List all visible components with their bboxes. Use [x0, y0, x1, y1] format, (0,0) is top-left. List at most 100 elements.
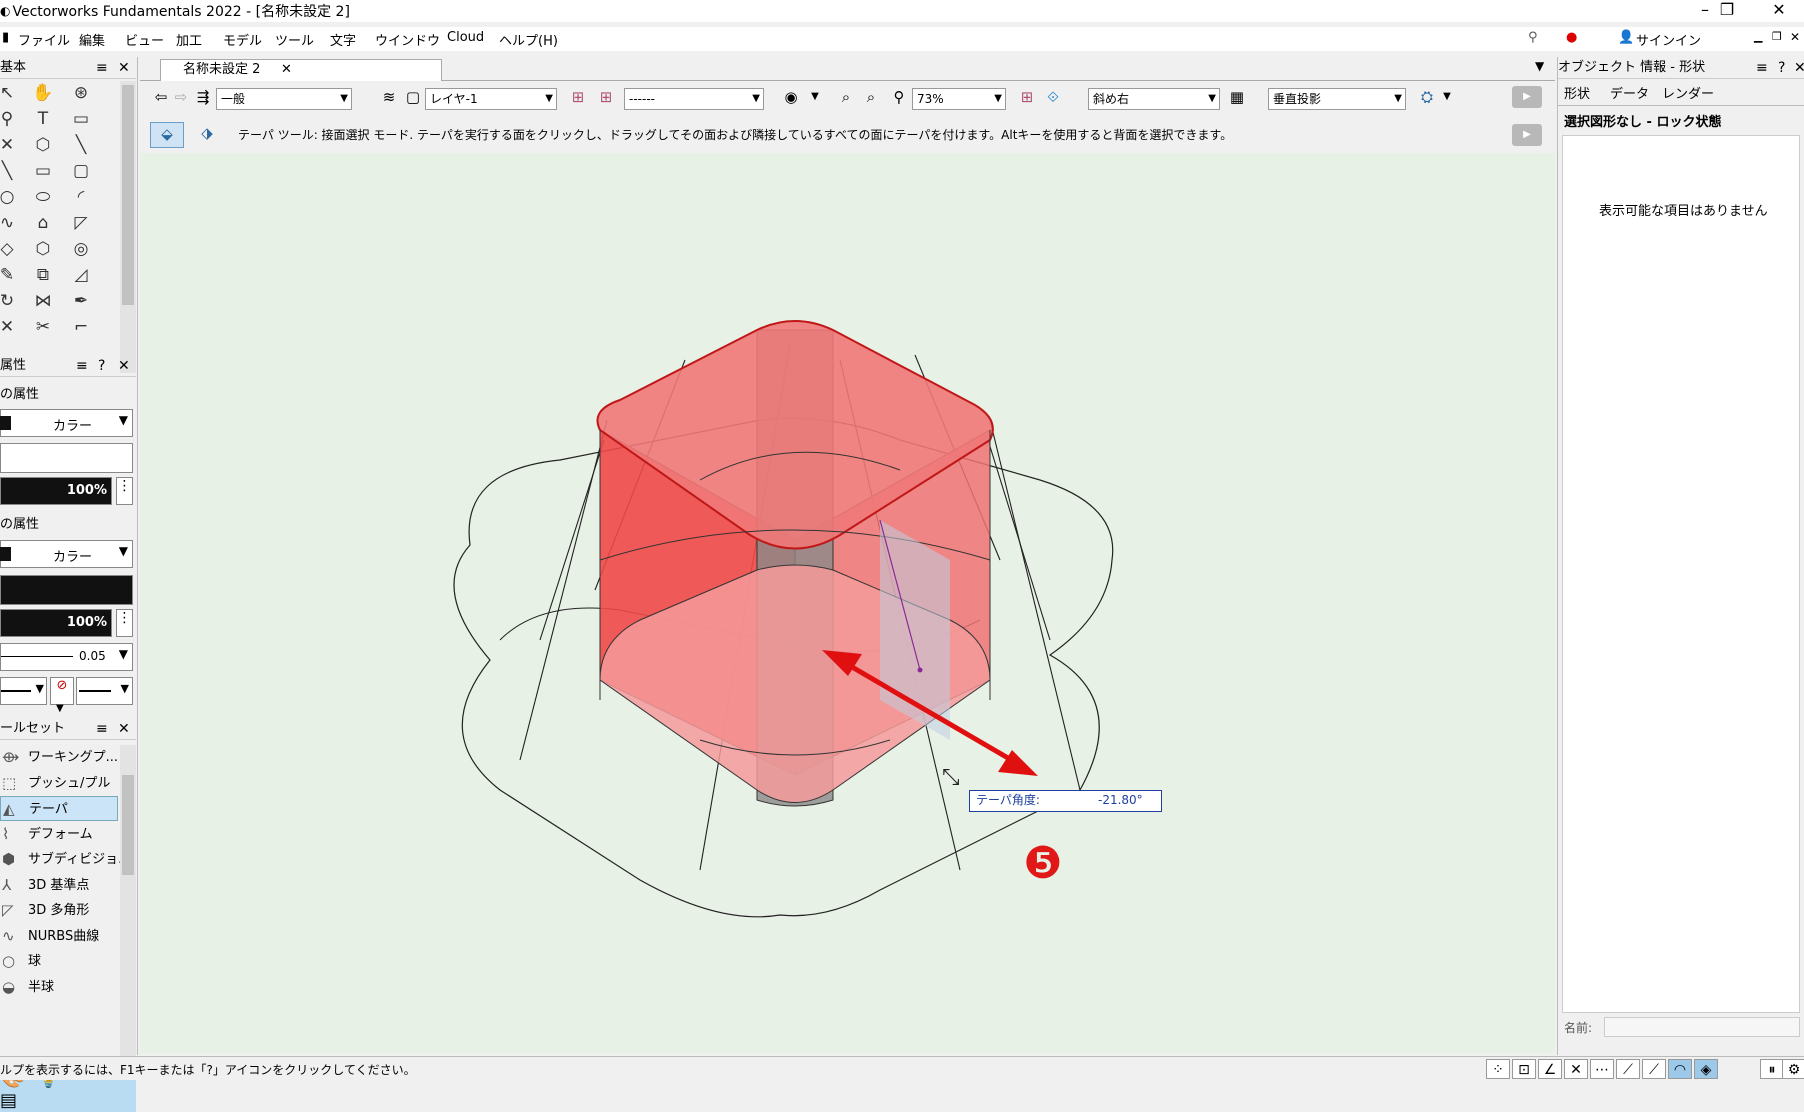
zoom-select[interactable]: 73% ▼	[912, 88, 1006, 110]
fill-opacity-field[interactable]: 100%	[0, 477, 112, 505]
class-select[interactable]: 一般 ▼	[216, 88, 352, 110]
palette-help-icon[interactable]: ?	[98, 355, 105, 377]
snap-object-icon[interactable]: ⊡	[1512, 1059, 1536, 1079]
fill-opacity-more-icon[interactable]: ⋮	[116, 477, 133, 505]
snap-angle-icon[interactable]: ∠	[1538, 1059, 1562, 1079]
menu-view[interactable]: ビュー	[125, 30, 164, 49]
layer-visibility-icon[interactable]: ⊞	[595, 86, 617, 108]
zoom-fit-icon[interactable]: ⌕	[835, 86, 857, 108]
tab-shape[interactable]: 形状	[1564, 83, 1590, 102]
class-icon[interactable]: ⇶	[192, 86, 214, 108]
circle-tool-icon[interactable]: ○	[0, 185, 20, 209]
forward-icon[interactable]: ⇨	[170, 86, 192, 108]
document-tab[interactable]: 名称未設定 2 ✕	[160, 59, 442, 81]
doc-restore-button[interactable]: ❐	[1772, 30, 1782, 43]
plane-mode-icon[interactable]: ⬗	[196, 122, 218, 144]
wedge-tool-icon[interactable]: ◇	[0, 237, 20, 261]
tab-list-dropdown-icon[interactable]: ▼	[1535, 59, 1544, 73]
line-weight-select[interactable]: 0.05 ▼	[0, 643, 133, 671]
pen-opacity-field[interactable]: 100%	[0, 609, 112, 637]
menu-file[interactable]: ファイル	[18, 30, 70, 49]
toolset-item[interactable]: ⟴ ワーキングプ...	[0, 745, 118, 770]
pen-opacity-more-icon[interactable]: ⋮	[116, 609, 133, 637]
toolset-item[interactable]: ⌇ デフォーム	[0, 822, 118, 847]
pause-icon[interactable]: ⏸	[1760, 1059, 1784, 1079]
pan-tool-icon[interactable]: ✋	[30, 81, 56, 105]
freehand-tool-icon[interactable]: ∿	[0, 211, 20, 235]
snap-edge-icon[interactable]: ◠	[1668, 1059, 1692, 1079]
palette-help-icon[interactable]: ?	[1778, 57, 1785, 79]
notification-icon[interactable]: ●	[1566, 30, 1577, 45]
doc-minimize-button[interactable]: ▁	[1754, 30, 1762, 43]
projection-select[interactable]: 垂直投影 ▼	[1268, 88, 1406, 110]
snap-distance-icon[interactable]: ⋯	[1590, 1059, 1614, 1079]
eyedropper-tool-icon[interactable]: ✎	[0, 263, 20, 287]
modebar-toggle-icon[interactable]: ▶	[1512, 124, 1542, 146]
menu-edit[interactable]: 編集	[79, 30, 105, 49]
selection-tool-icon[interactable]: ↖	[0, 81, 20, 105]
menu-help[interactable]: ヘルプ(H)	[499, 30, 558, 49]
snap-grid-icon[interactable]: ⁘	[1486, 1059, 1510, 1079]
rotate-tool-icon[interactable]: ↻	[0, 289, 20, 313]
callout-tool-icon[interactable]: ▭	[68, 107, 94, 131]
mirror-tool-icon[interactable]: ⋈	[30, 289, 56, 313]
palette-menu-icon[interactable]: ≡	[76, 355, 88, 377]
toolset-item[interactable]: ◒ 半球	[0, 975, 118, 1000]
line-type-select[interactable]: ▼	[0, 677, 47, 705]
layer-options-icon[interactable]: ▢	[402, 86, 424, 108]
marker-select[interactable]: ▼	[76, 677, 133, 705]
working-plane-icon[interactable]: ⊞	[1016, 86, 1038, 108]
settings-gear-icon[interactable]: ⚙	[1782, 1059, 1804, 1079]
back-icon[interactable]: ⇦	[150, 86, 172, 108]
toolset-scrollbar[interactable]	[120, 745, 136, 1065]
menu-tools[interactable]: ツール	[275, 30, 314, 49]
class-visibility-icon[interactable]: ⊞	[567, 86, 589, 108]
symbol-tool-icon[interactable]: ⬡	[30, 133, 56, 157]
palette-close-icon[interactable]: ✕	[118, 355, 130, 377]
snap-point-icon[interactable]: ⟋	[1642, 1059, 1666, 1079]
rectangle-tool-icon[interactable]: ▭	[30, 159, 56, 183]
pen-style-select[interactable]: カラー ▼	[0, 540, 133, 568]
attributes-expand-icon[interactable]: ▼	[56, 703, 64, 714]
toolset-item[interactable]: ⬢ サブディビジョ...	[0, 847, 131, 872]
palette-menu-icon[interactable]: ≡	[96, 57, 108, 79]
layer-icon[interactable]: ≋	[378, 86, 400, 108]
saved-view-select[interactable]: ------ ▼	[624, 88, 764, 110]
zoom-tool-icon[interactable]: ⚲	[0, 107, 20, 131]
reshape-tool-icon[interactable]: ✒	[68, 289, 94, 313]
palette-close-icon[interactable]: ✕	[118, 718, 130, 740]
oval-tool-icon[interactable]: ⬭	[30, 185, 56, 209]
palette-close-icon[interactable]: ✕	[1794, 57, 1804, 79]
view-cube-icon[interactable]: ⟐	[1042, 86, 1064, 108]
toolset-item[interactable]: ◭ テーパ	[0, 796, 118, 821]
tab-close-icon[interactable]: ✕	[281, 60, 292, 80]
restore-button[interactable]: ❐	[1702, 0, 1752, 22]
menu-window[interactable]: ウインドウ	[375, 30, 440, 49]
menu-text[interactable]: 文字	[330, 30, 356, 49]
layer-select[interactable]: レイヤ-1 ▼	[425, 88, 557, 110]
palette-menu-icon[interactable]: ≡	[1756, 57, 1768, 79]
snap-intersection-icon[interactable]: ✕	[1564, 1059, 1588, 1079]
clip-tool-icon[interactable]: ✕	[0, 315, 20, 339]
face-select-mode-icon[interactable]: ⬙	[150, 122, 184, 148]
projection-icon[interactable]: ▦	[1226, 86, 1248, 108]
data-display-box[interactable]: テーパ角度: -21.80°	[969, 790, 1162, 812]
fill-style-select[interactable]: カラー ▼	[0, 409, 133, 437]
toolset-item[interactable]: ⅄ 3D 基準点	[0, 873, 118, 898]
spiral-tool-icon[interactable]: ◎	[68, 237, 94, 261]
text-tool-icon[interactable]: T	[30, 107, 56, 131]
flyover-tool-icon[interactable]: ⊛	[68, 81, 94, 105]
render-mode-icon[interactable]: ◉	[780, 86, 802, 108]
menu-cloud[interactable]: Cloud	[447, 30, 484, 45]
name-field[interactable]	[1604, 1017, 1800, 1037]
arc-tool-icon[interactable]: ◜	[68, 185, 94, 209]
object-icon[interactable]: ▤	[0, 1090, 17, 1111]
move-tool-icon[interactable]: ◿	[68, 263, 94, 287]
polygon-tool-icon[interactable]: ◸	[68, 211, 94, 235]
line-tool-icon[interactable]: ╲	[68, 133, 94, 157]
palette-close-icon[interactable]: ✕	[118, 57, 130, 79]
search-icon[interactable]: ⚲	[1528, 30, 1538, 45]
tab-render[interactable]: レンダー	[1662, 83, 1714, 102]
tools-scrollbar[interactable]	[120, 81, 136, 373]
marker-icon[interactable]: ⊘	[50, 677, 74, 705]
